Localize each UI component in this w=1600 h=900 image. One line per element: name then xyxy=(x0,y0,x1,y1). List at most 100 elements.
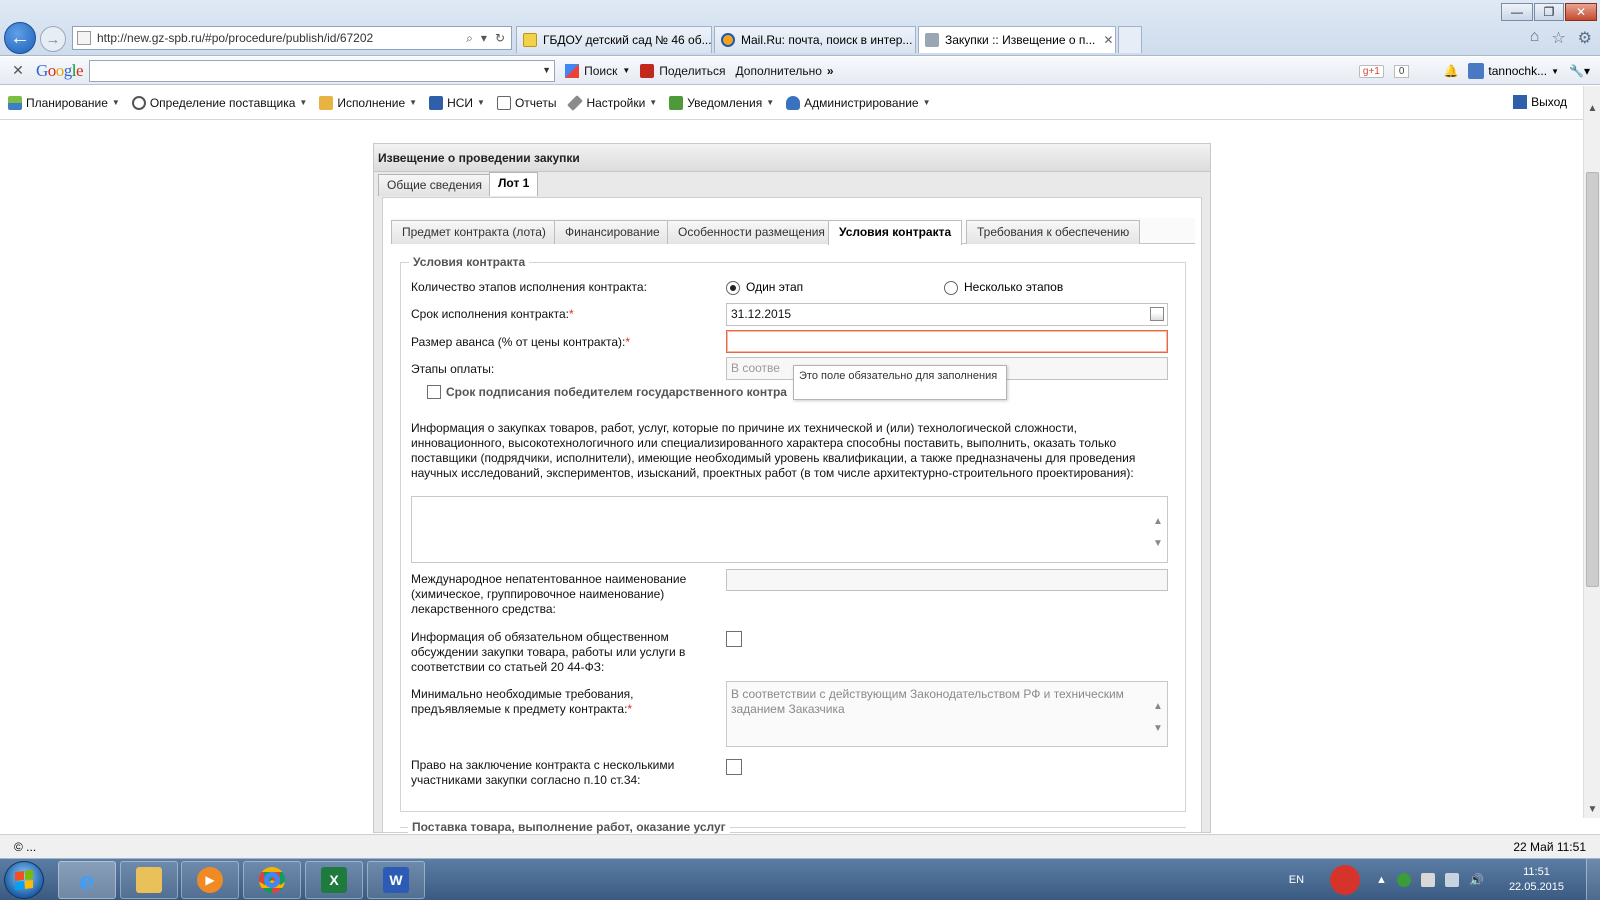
folder-icon xyxy=(136,867,162,893)
required-mark: * xyxy=(625,335,630,349)
menu-supplier-selection[interactable]: Определение поставщика ▼ xyxy=(126,95,313,110)
chrome-icon xyxy=(259,867,285,893)
complex-procurement-info-label: Информация о закупках товаров, работ, ус… xyxy=(411,421,1136,480)
google-search-button[interactable]: Поиск ▼ xyxy=(565,63,630,78)
browser-tab-zakupki[interactable]: Закупки :: Извещение о п... ✕ xyxy=(918,26,1116,53)
subtab-security-requirements[interactable]: Требования к обеспечению xyxy=(966,220,1141,244)
browser-tab-mailru[interactable]: Mail.Ru: почта, поиск в интер... xyxy=(714,26,916,53)
maximize-button[interactable]: ❐ xyxy=(1534,3,1564,21)
forward-button[interactable]: → xyxy=(40,26,66,52)
browser-tab-kindergarten[interactable]: ГБДОУ детский сад № 46 об... xyxy=(516,26,712,53)
multi-participants-checkbox[interactable] xyxy=(726,759,742,775)
search-icon[interactable]: ⌕ xyxy=(466,31,473,46)
google-search-input[interactable]: ▼ xyxy=(89,59,556,82)
notification-bell-icon[interactable]: 🔔 xyxy=(1443,64,1458,78)
taskbar-word[interactable]: W xyxy=(367,861,425,899)
subtab-contract-subject[interactable]: Предмет контракта (лота) xyxy=(391,220,557,244)
scroll-up-icon[interactable]: ▲ xyxy=(1584,100,1600,117)
favorites-star-icon[interactable]: ☆ xyxy=(1551,28,1565,48)
dropdown-icon[interactable]: ▾ xyxy=(481,31,487,46)
required-field-tooltip: Это поле обязательно для заполнения xyxy=(793,365,1007,400)
exit-button[interactable]: Выход xyxy=(1513,95,1567,109)
menu-notifications[interactable]: Уведомления ▼ xyxy=(663,95,780,110)
inn-input xyxy=(726,569,1168,591)
wrench-icon[interactable]: 🔧▾ xyxy=(1569,64,1590,78)
show-desktop-button[interactable] xyxy=(1586,859,1600,900)
minimize-button[interactable]: — xyxy=(1501,3,1533,21)
radio-many-stages-label: Несколько этапов xyxy=(964,280,1064,294)
antivirus-icon[interactable] xyxy=(1396,873,1411,887)
show-hidden-icons[interactable]: ▲ xyxy=(1376,874,1387,886)
taskbar-explorer[interactable] xyxy=(120,861,178,899)
panel-title: Извещение о проведении закупки xyxy=(374,144,1210,172)
calendar-icon[interactable] xyxy=(1150,307,1164,321)
gplus-button[interactable]: g+1 xyxy=(1358,64,1384,78)
deadline-date-input[interactable]: 31.12.2015 xyxy=(726,303,1168,326)
folder-icon xyxy=(319,95,334,110)
app-menu-bar: Планирование ▼ Определение поставщика ▼ Ис… xyxy=(0,86,1583,120)
advance-label: Размер аванса (% от цены контракта):* xyxy=(411,335,630,349)
new-tab-button[interactable] xyxy=(1118,26,1142,53)
menu-planning[interactable]: Планирование ▼ xyxy=(2,95,126,110)
address-url[interactable]: http://new.gz-spb.ru/#po/procedure/publi… xyxy=(97,31,466,45)
subtab-financing[interactable]: Финансирование xyxy=(554,220,671,244)
page-icon xyxy=(77,31,91,45)
menu-execution[interactable]: Исполнение ▼ xyxy=(313,95,423,110)
language-indicator[interactable]: EN xyxy=(1289,874,1304,886)
taskbar-media-player[interactable]: ▶ xyxy=(181,861,239,899)
book-icon xyxy=(429,95,444,110)
subtab-placement[interactable]: Особенности размещения xyxy=(667,220,836,244)
radio-one-stage[interactable] xyxy=(726,281,740,295)
radio-many-stages[interactable] xyxy=(944,281,958,295)
inn-label: Международное непатентованное наименован… xyxy=(411,572,687,616)
start-button[interactable] xyxy=(4,861,44,899)
system-clock[interactable]: 11:51 22.05.2015 xyxy=(1509,865,1564,895)
user-avatar-icon xyxy=(1468,63,1485,79)
textarea-scroll-arrows[interactable]: ▲ ▼ xyxy=(1151,511,1165,555)
multi-participants-label: Право на заключение контракта с нескольк… xyxy=(411,758,675,787)
exit-icon xyxy=(1513,95,1528,109)
more-button[interactable]: Дополнительно» xyxy=(736,64,834,78)
public-discussion-checkbox[interactable] xyxy=(726,631,742,647)
status-datetime: 22 Май 11:51 xyxy=(1513,840,1586,854)
app-tray-icon[interactable] xyxy=(1330,865,1361,895)
taskbar-excel[interactable]: X xyxy=(305,861,363,899)
action-center-flag-icon[interactable] xyxy=(1420,873,1435,887)
browser-titlebar: — ❐ ✕ ← → http://new.gz-spb.ru/#po/proce… xyxy=(0,0,1600,56)
excel-icon: X xyxy=(321,867,347,893)
menu-nsi[interactable]: НСИ ▼ xyxy=(423,95,491,110)
close-toolbar-icon[interactable]: ✕ xyxy=(8,62,28,79)
refresh-icon[interactable]: ↻ xyxy=(495,31,505,46)
menu-settings[interactable]: Настройки ▼ xyxy=(562,94,663,111)
taskbar-chrome[interactable] xyxy=(243,861,301,899)
menu-administration[interactable]: Администрирование ▼ xyxy=(780,95,936,110)
share-button[interactable]: Поделиться xyxy=(640,63,726,78)
address-bar[interactable]: http://new.gz-spb.ru/#po/procedure/publi… xyxy=(72,26,512,50)
windows-logo-icon xyxy=(15,870,33,890)
chevron-down-icon[interactable]: ▼ xyxy=(542,65,551,75)
page-scrollbar[interactable]: ▲ ▼ xyxy=(1583,86,1600,818)
taskbar-ie[interactable]: e xyxy=(58,861,116,899)
min-requirements-textarea[interactable]: В соответствии с действующим Законодател… xyxy=(726,681,1168,747)
google-toolbar: ✕ Google ▼ Поиск ▼ Поделиться Дополнитель… xyxy=(0,57,1600,85)
menu-reports[interactable]: Отчеты xyxy=(491,95,562,110)
volume-icon[interactable]: 🔊 xyxy=(1469,873,1484,887)
subtab-contract-terms[interactable]: Условия контракта xyxy=(828,220,963,245)
advance-percent-input[interactable] xyxy=(726,330,1168,353)
scroll-down-icon[interactable]: ▼ xyxy=(1584,801,1600,818)
close-window-button[interactable]: ✕ xyxy=(1565,3,1597,21)
contract-terms-fieldset: Условия контракта Количество этапов испо… xyxy=(400,255,1186,812)
tab-lot-1[interactable]: Лот 1 xyxy=(489,172,539,196)
arrow-right-icon: → xyxy=(45,30,61,48)
network-icon[interactable] xyxy=(1444,873,1459,887)
complex-procurement-info-textarea[interactable]: ▲ ▼ xyxy=(411,496,1168,563)
tab-general-info[interactable]: Общие сведения xyxy=(378,174,491,196)
settings-gear-icon[interactable]: ⚙ xyxy=(1578,28,1592,48)
home-icon[interactable]: ⌂ xyxy=(1530,28,1540,48)
back-button[interactable]: ← xyxy=(4,22,36,54)
scroll-thumb[interactable] xyxy=(1586,172,1599,587)
user-account-button[interactable]: tannochk... ▼ xyxy=(1468,63,1559,79)
close-tab-icon[interactable]: ✕ xyxy=(1103,33,1113,47)
sign-deadline-checkbox[interactable] xyxy=(427,385,441,399)
textarea-scroll-arrows[interactable]: ▲ ▼ xyxy=(1151,696,1165,740)
